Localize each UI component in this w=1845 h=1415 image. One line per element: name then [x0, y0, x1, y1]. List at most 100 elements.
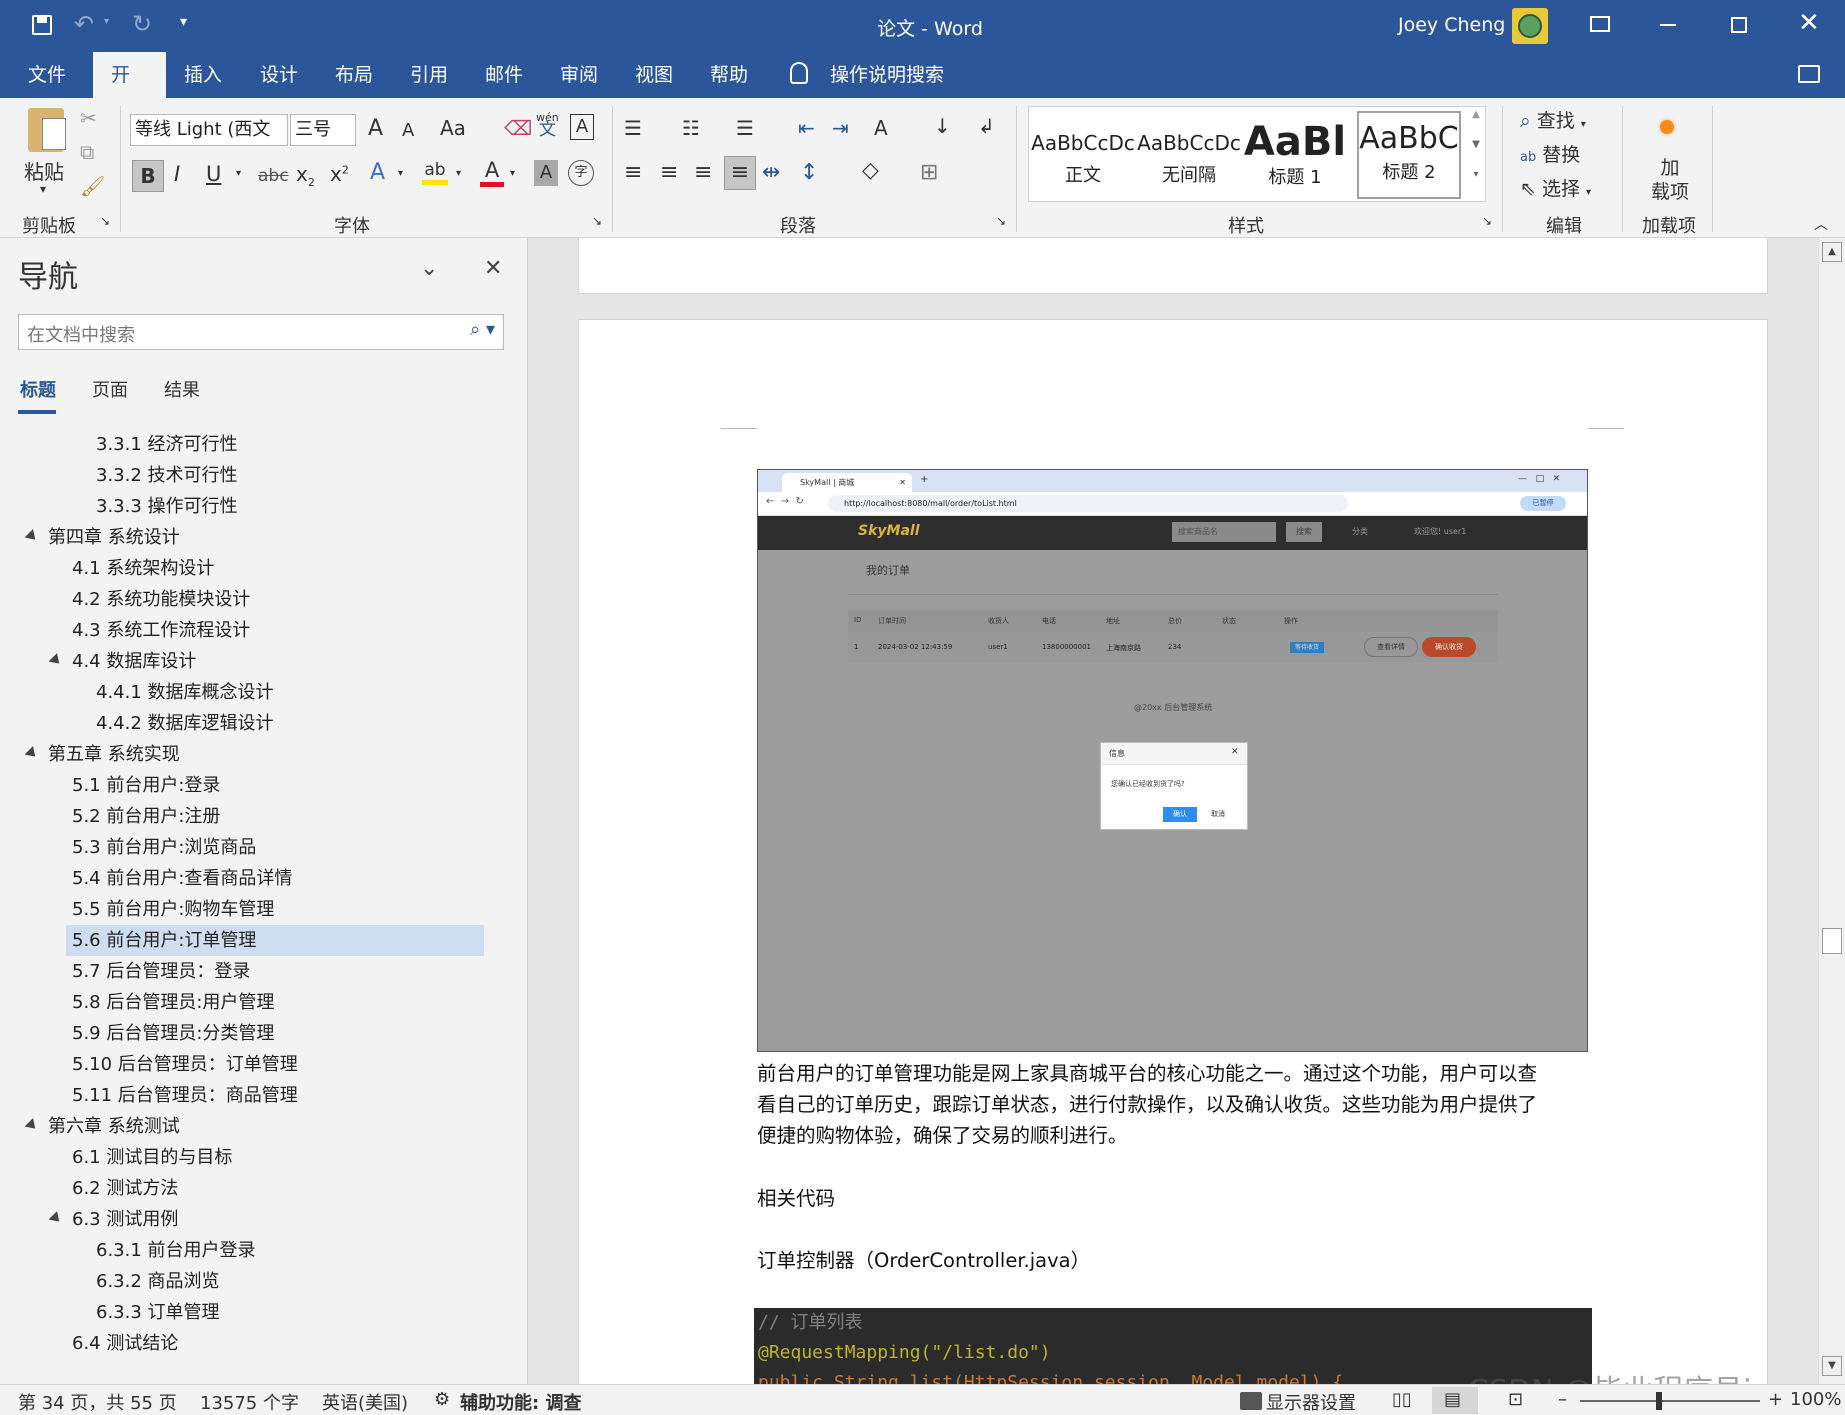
style-heading-1[interactable]: AaBl 标题 1 [1243, 119, 1347, 199]
scroll-thumb[interactable] [1822, 928, 1842, 954]
paste-button[interactable]: 粘贴 [24, 156, 64, 185]
borders-icon[interactable]: ⊞ [920, 160, 938, 185]
bullets-icon[interactable]: ☰ [624, 116, 642, 140]
nav-heading-item[interactable]: 6.3.3 订单管理 [96, 1298, 220, 1328]
highlight-dropdown-icon[interactable]: ▾ [456, 168, 461, 179]
nav-heading-item[interactable]: 4.2 系统功能模块设计 [72, 585, 250, 615]
paste-dropdown-icon[interactable]: ▾ [40, 182, 46, 196]
nav-tab-headings[interactable]: 标题 [20, 376, 56, 402]
character-border-button[interactable]: A [570, 114, 594, 140]
scroll-down-icon[interactable]: ▼ [1822, 1356, 1842, 1376]
highlight-button[interactable]: ab [422, 160, 448, 185]
nav-heading-item[interactable]: 6.4 测试结论 [72, 1329, 178, 1359]
find-button[interactable]: ⌕ 查找 ▾ [1520, 106, 1586, 133]
font-color-button[interactable]: A [480, 158, 504, 187]
nav-search-input[interactable]: 在文档中搜索 ⌕ ▾ [18, 314, 504, 350]
text-effects-dropdown-icon[interactable]: ▾ [398, 168, 403, 179]
nav-heading-item[interactable]: 5.11 后台管理员：商品管理 [72, 1081, 298, 1111]
collapse-ribbon-icon[interactable]: ︿ [1814, 214, 1828, 234]
clipboard-launcher-icon[interactable]: ↘ [100, 214, 110, 228]
body-paragraph-line-2[interactable]: 看自己的订单历史，跟踪订单状态，进行付款操作，以及确认收货。这些功能为用户提供了 [757, 1089, 1537, 1120]
bold-button[interactable]: B [132, 160, 164, 192]
nav-close-icon[interactable]: ✕ [484, 256, 502, 281]
collapse-triangle-icon[interactable] [24, 529, 40, 544]
align-left-icon[interactable]: ≡ [624, 160, 642, 185]
distributed-icon[interactable]: ⇹ [762, 160, 780, 185]
tab-review[interactable]: 审阅 [542, 52, 616, 98]
underline-button[interactable]: U [206, 162, 221, 186]
show-formatting-icon[interactable]: ↲ [978, 114, 995, 138]
tab-mailings[interactable]: 邮件 [467, 52, 541, 98]
nav-heading-item[interactable]: 5.2 前台用户:注册 [72, 802, 220, 832]
word-count[interactable]: 13575 个字 [200, 1389, 299, 1415]
collapse-triangle-icon[interactable] [24, 1118, 40, 1133]
nav-heading-item[interactable]: 第四章 系统设计 [48, 523, 180, 553]
scroll-up-icon[interactable]: ▲ [1822, 242, 1842, 262]
style-no-spacing[interactable]: AaBbCcDc 无间隔 [1137, 119, 1241, 199]
zoom-out-icon[interactable]: – [1558, 1389, 1567, 1410]
nav-heading-item[interactable]: 6.3.2 商品浏览 [96, 1267, 220, 1297]
ribbon-display-options-icon[interactable] [1590, 16, 1610, 32]
nav-heading-item[interactable]: 5.9 后台管理员:分类管理 [72, 1019, 274, 1049]
nav-heading-item[interactable]: 4.1 系统架构设计 [72, 554, 214, 584]
phonetic-guide-button[interactable]: wén 文 [536, 112, 559, 139]
nav-heading-item[interactable]: 4.4.1 数据库概念设计 [96, 678, 274, 708]
nav-heading-item[interactable]: 5.5 前台用户:购物车管理 [72, 895, 274, 925]
change-case-button[interactable]: Aa [440, 116, 466, 140]
numbering-icon[interactable]: ☷ [682, 116, 700, 140]
close-icon[interactable]: ✕ [1798, 8, 1820, 38]
shading-icon[interactable]: ◇ [862, 158, 879, 183]
strikethrough-button[interactable]: abc [258, 166, 289, 186]
text-effects-button[interactable]: A [370, 160, 385, 185]
maximize-icon[interactable] [1731, 17, 1747, 33]
collapse-triangle-icon[interactable] [24, 746, 40, 761]
nav-heading-item[interactable]: 3.3.3 操作可行性 [96, 492, 238, 522]
tab-view[interactable]: 视图 [617, 52, 691, 98]
paragraph-launcher-icon[interactable]: ↘ [996, 214, 1006, 228]
nav-heading-item[interactable]: 4.4.2 数据库逻辑设计 [96, 709, 274, 739]
comments-icon[interactable] [1798, 65, 1820, 83]
nav-heading-item[interactable]: 5.3 前台用户:浏览商品 [72, 833, 256, 863]
accessibility-status[interactable]: 辅助功能: 调查 [460, 1389, 581, 1415]
nav-heading-item[interactable]: 6.3 测试用例 [72, 1205, 178, 1235]
format-painter-icon[interactable]: 🖌 [80, 174, 105, 198]
justify-icon[interactable]: ≡ [724, 156, 756, 190]
body-paragraph-line-1[interactable]: 前台用户的订单管理功能是网上家具商城平台的核心功能之一。通过这个功能，用户可以查 [757, 1058, 1537, 1089]
web-layout-icon[interactable]: ⊡ [1508, 1389, 1523, 1410]
paste-icon[interactable] [28, 108, 66, 152]
redo-icon[interactable]: ↻ [132, 10, 152, 38]
cut-icon[interactable]: ✂ [80, 106, 97, 130]
nav-heading-item[interactable]: 5.8 后台管理员:用户管理 [72, 988, 274, 1018]
nav-heading-item[interactable]: 4.4 数据库设计 [72, 647, 196, 677]
font-size-select[interactable]: 三号 [290, 114, 356, 146]
nav-heading-item[interactable]: 5.7 后台管理员：登录 [72, 957, 250, 987]
multilevel-list-icon[interactable]: ☰ [736, 116, 754, 140]
italic-button[interactable]: I [174, 162, 180, 186]
styles-scroll-down-icon[interactable]: ▼ [1467, 139, 1485, 169]
select-button[interactable]: ⇖ 选择 ▾ [1520, 174, 1591, 201]
font-launcher-icon[interactable]: ↘ [592, 214, 602, 228]
style-normal[interactable]: AaBbCcDc 正文 [1031, 119, 1135, 199]
nav-options-icon[interactable]: ⌄ [420, 256, 438, 281]
tab-design[interactable]: 设计 [242, 52, 316, 98]
page-count[interactable]: 第 34 页，共 55 页 [18, 1389, 177, 1415]
tab-insert[interactable]: 插入 [166, 52, 240, 98]
tab-layout[interactable]: 布局 [317, 52, 391, 98]
minimize-icon[interactable] [1660, 24, 1676, 26]
nav-heading-item[interactable]: 3.3.2 技术可行性 [96, 461, 238, 491]
zoom-in-icon[interactable]: + [1768, 1389, 1783, 1410]
language[interactable]: 英语(美国) [322, 1389, 408, 1415]
read-mode-icon[interactable]: ▯▯ [1392, 1389, 1412, 1410]
nav-heading-item[interactable]: 第六章 系统测试 [48, 1112, 180, 1142]
underline-dropdown-icon[interactable]: ▾ [236, 168, 241, 179]
save-icon[interactable] [32, 15, 52, 35]
nav-heading-item[interactable]: 5.10 后台管理员：订单管理 [72, 1050, 298, 1080]
subscript-button[interactable]: x2 [296, 162, 315, 189]
enclose-characters-button[interactable]: 字 [568, 160, 594, 186]
nav-heading-item[interactable]: 5.1 前台用户:登录 [72, 771, 220, 801]
vertical-scrollbar[interactable]: ▲ ▼ [1818, 238, 1845, 1384]
related-code-heading[interactable]: 相关代码 [757, 1182, 835, 1211]
increase-indent-icon[interactable]: ⇥ [832, 116, 849, 140]
sort-icon[interactable]: ↓ [934, 114, 951, 138]
nav-heading-item[interactable]: 5.6 前台用户:订单管理 [72, 926, 256, 956]
